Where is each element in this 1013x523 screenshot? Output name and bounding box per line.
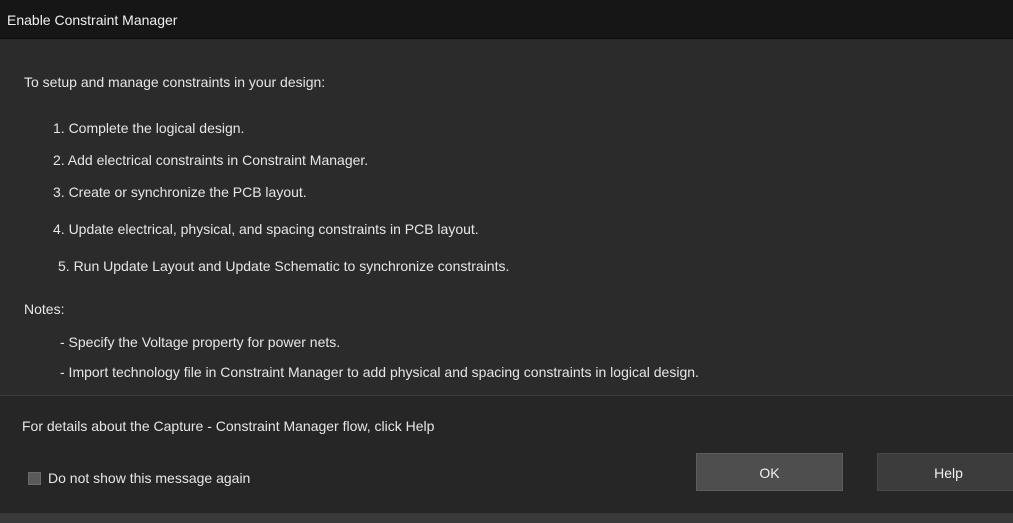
window-title: Enable Constraint Manager bbox=[7, 12, 178, 28]
ok-button[interactable]: OK bbox=[696, 453, 843, 491]
details-text: For details about the Capture - Constrai… bbox=[22, 418, 435, 434]
step-item: 4. Update electrical, physical, and spac… bbox=[53, 221, 479, 237]
window-bottom-edge bbox=[0, 513, 1013, 523]
step-item: 2. Add electrical constraints in Constra… bbox=[53, 152, 369, 168]
note-item: - Specify the Voltage property for power… bbox=[60, 334, 341, 350]
enable-constraint-manager-dialog: Enable Constraint Manager To setup and m… bbox=[0, 0, 1013, 523]
do-not-show-again-label[interactable]: Do not show this message again bbox=[48, 470, 250, 486]
title-bar[interactable]: Enable Constraint Manager bbox=[0, 0, 1013, 39]
dialog-footer: For details about the Capture - Constrai… bbox=[0, 396, 1013, 513]
do-not-show-again-checkbox-row[interactable]: Do not show this message again bbox=[28, 470, 250, 486]
step-item: 5. Run Update Layout and Update Schemati… bbox=[58, 258, 510, 274]
notes-label: Notes: bbox=[24, 301, 65, 317]
intro-text: To setup and manage constraints in your … bbox=[24, 74, 326, 90]
help-button[interactable]: Help bbox=[877, 453, 1013, 491]
do-not-show-again-checkbox[interactable] bbox=[28, 471, 41, 485]
dialog-body: To setup and manage constraints in your … bbox=[0, 39, 1013, 395]
step-item: 3. Create or synchronize the PCB layout. bbox=[53, 184, 307, 200]
step-item: 1. Complete the logical design. bbox=[53, 120, 245, 136]
note-item: - Import technology file in Constraint M… bbox=[60, 364, 699, 380]
